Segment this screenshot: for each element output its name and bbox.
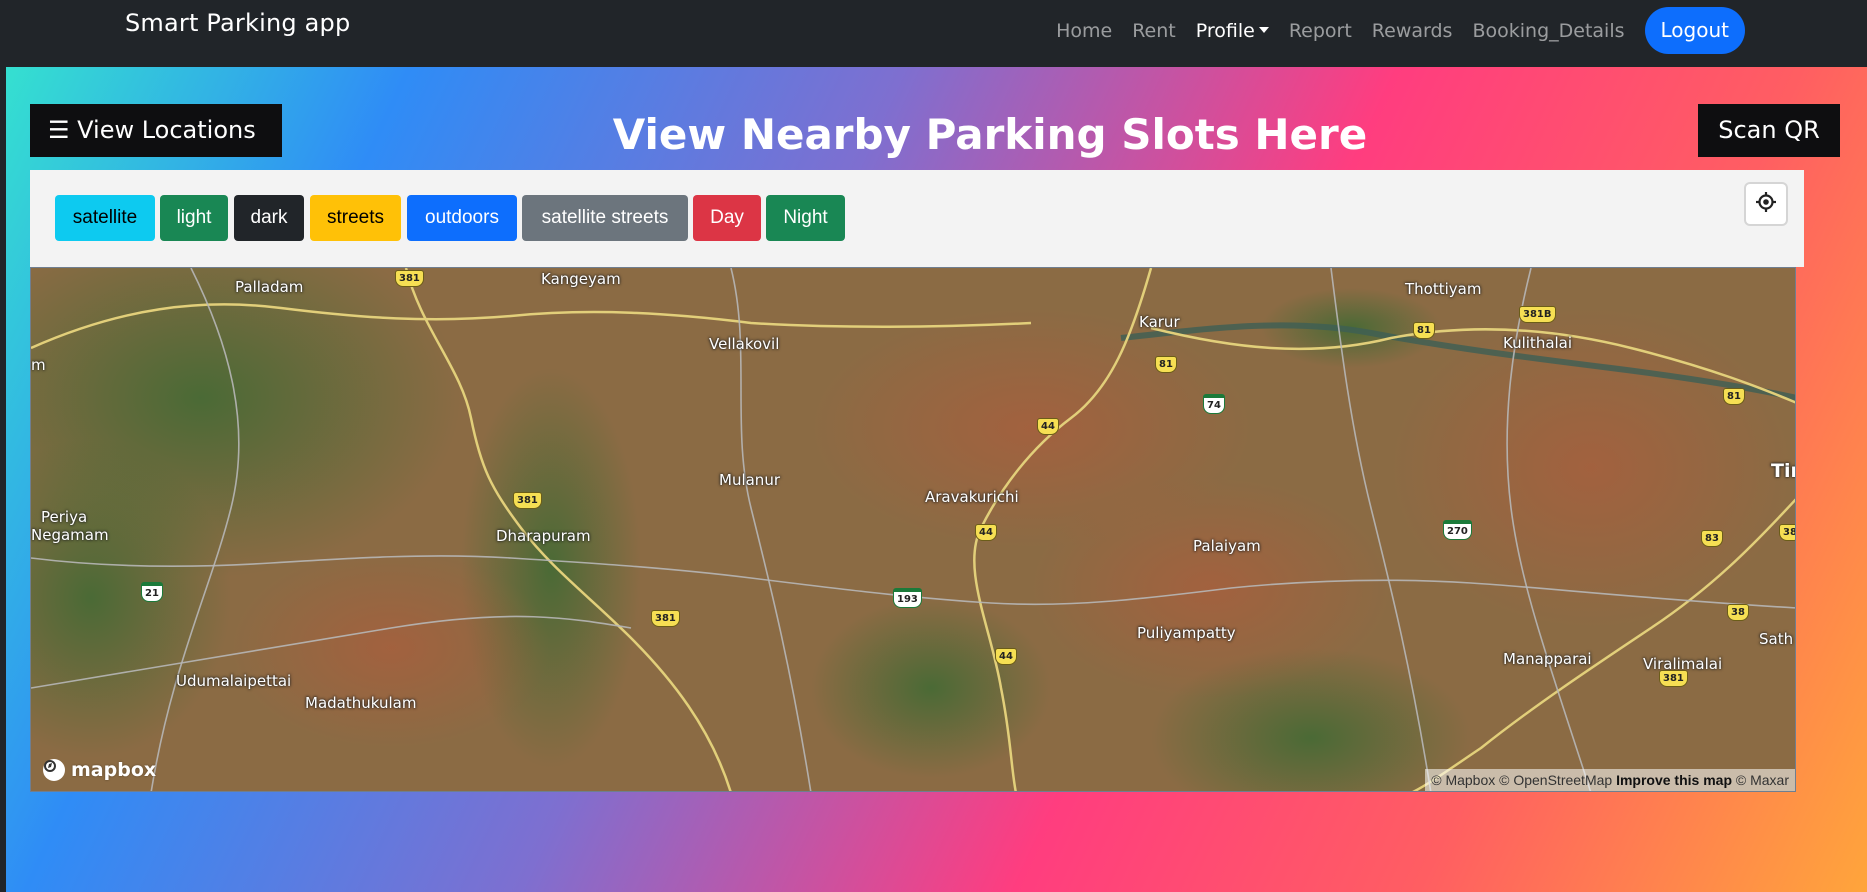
mapbox-logo[interactable]: mapbox	[43, 759, 156, 781]
road-shield: 21	[141, 582, 163, 602]
map-label: Dharapuram	[496, 527, 591, 545]
nav-links: Home Rent Profile Report Rewards Booking…	[1036, 7, 1745, 54]
style-satellite-button[interactable]: satellite	[55, 195, 155, 241]
nav-home[interactable]: Home	[1056, 20, 1112, 42]
nav-rent[interactable]: Rent	[1132, 20, 1176, 42]
mapbox-logo-icon	[43, 759, 65, 781]
style-dark-button[interactable]: dark	[234, 195, 304, 241]
road-shield: 381	[1659, 670, 1688, 687]
map-label: Manapparai	[1503, 650, 1592, 668]
map-view[interactable]: Palladam Kangeyam Vellakovil Karur Thott…	[30, 267, 1796, 792]
attribution-osm-link[interactable]: © OpenStreetMap	[1499, 772, 1612, 788]
map-label: Mulanur	[719, 471, 780, 489]
map-label: Palladam	[235, 278, 304, 296]
style-outdoors-button[interactable]: outdoors	[407, 195, 517, 241]
map-label: Aravakurichi	[925, 488, 1019, 506]
view-locations-button[interactable]: ☰ View Locations	[30, 104, 282, 157]
road-shield: 381	[395, 270, 424, 287]
road-shield: 81	[1723, 388, 1745, 405]
style-day-button[interactable]: Day	[693, 195, 761, 241]
page-title: View Nearby Parking Slots Here	[612, 110, 1368, 159]
geolocate-button[interactable]	[1746, 184, 1786, 224]
logout-button[interactable]: Logout	[1644, 7, 1745, 54]
attribution-mapbox-link[interactable]: © Mapbox	[1431, 772, 1495, 788]
road-shield: 381B	[1519, 306, 1556, 323]
brand-title[interactable]: Smart Parking app	[125, 9, 350, 37]
map-label: Karur	[1139, 313, 1180, 331]
road-shield: 38	[1727, 604, 1749, 621]
nav-booking-details[interactable]: Booking_Details	[1472, 20, 1624, 42]
mapbox-logo-text: mapbox	[71, 759, 157, 781]
map-label: Palaiyam	[1193, 537, 1261, 555]
road-shield: 270	[1443, 520, 1472, 540]
road-shield: 44	[975, 524, 997, 541]
road-shield: 381	[651, 610, 680, 627]
map-label: Periya	[41, 508, 88, 526]
map-label: m	[31, 356, 46, 374]
improve-map-link[interactable]: Improve this map	[1616, 772, 1732, 788]
chevron-down-icon	[1258, 26, 1269, 33]
map-attribution: © Mapbox © OpenStreetMap Improve this ma…	[1425, 769, 1795, 791]
map-label: Kangeyam	[541, 270, 621, 288]
road-shield: 44	[1037, 418, 1059, 435]
map-label: Negamam	[31, 526, 109, 544]
map-label: Udumalaipettai	[176, 672, 292, 690]
map-label: Vellakovil	[709, 335, 780, 353]
road-shield: 83	[1701, 530, 1723, 547]
nav-report[interactable]: Report	[1289, 20, 1352, 42]
road-shield: 44	[995, 648, 1017, 665]
style-satellite-streets-button[interactable]: satellite streets	[522, 195, 688, 241]
map-label: Sath	[1759, 630, 1794, 648]
top-navbar: Smart Parking app Home Rent Profile Repo…	[0, 0, 1867, 67]
road-shield: 193	[893, 588, 922, 608]
map-label: Kulithalai	[1503, 334, 1573, 352]
style-night-button[interactable]: Night	[766, 195, 845, 241]
map-style-toolbar: satellite light dark streets outdoors sa…	[30, 170, 1804, 267]
locate-crosshair-icon	[1755, 191, 1777, 217]
nav-rewards[interactable]: Rewards	[1372, 20, 1453, 42]
map-label: Thottiyam	[1405, 280, 1482, 298]
attribution-maxar-link[interactable]: © Maxar	[1736, 772, 1789, 788]
style-light-button[interactable]: light	[160, 195, 228, 241]
nav-profile-dropdown[interactable]: Profile	[1196, 20, 1269, 42]
map-label: Tir	[1771, 460, 1795, 482]
map-label: Madathukulam	[305, 694, 417, 712]
style-streets-button[interactable]: streets	[310, 195, 401, 241]
road-shield: 74	[1203, 394, 1225, 414]
road-shield: 81	[1155, 356, 1177, 373]
nav-profile-label: Profile	[1195, 19, 1255, 42]
road-shield: 38	[1779, 524, 1795, 541]
map-label: Puliyampatty	[1137, 624, 1236, 642]
scan-qr-button[interactable]: Scan QR	[1698, 104, 1840, 157]
road-shield: 81	[1413, 322, 1435, 339]
road-shield: 381	[513, 492, 542, 509]
